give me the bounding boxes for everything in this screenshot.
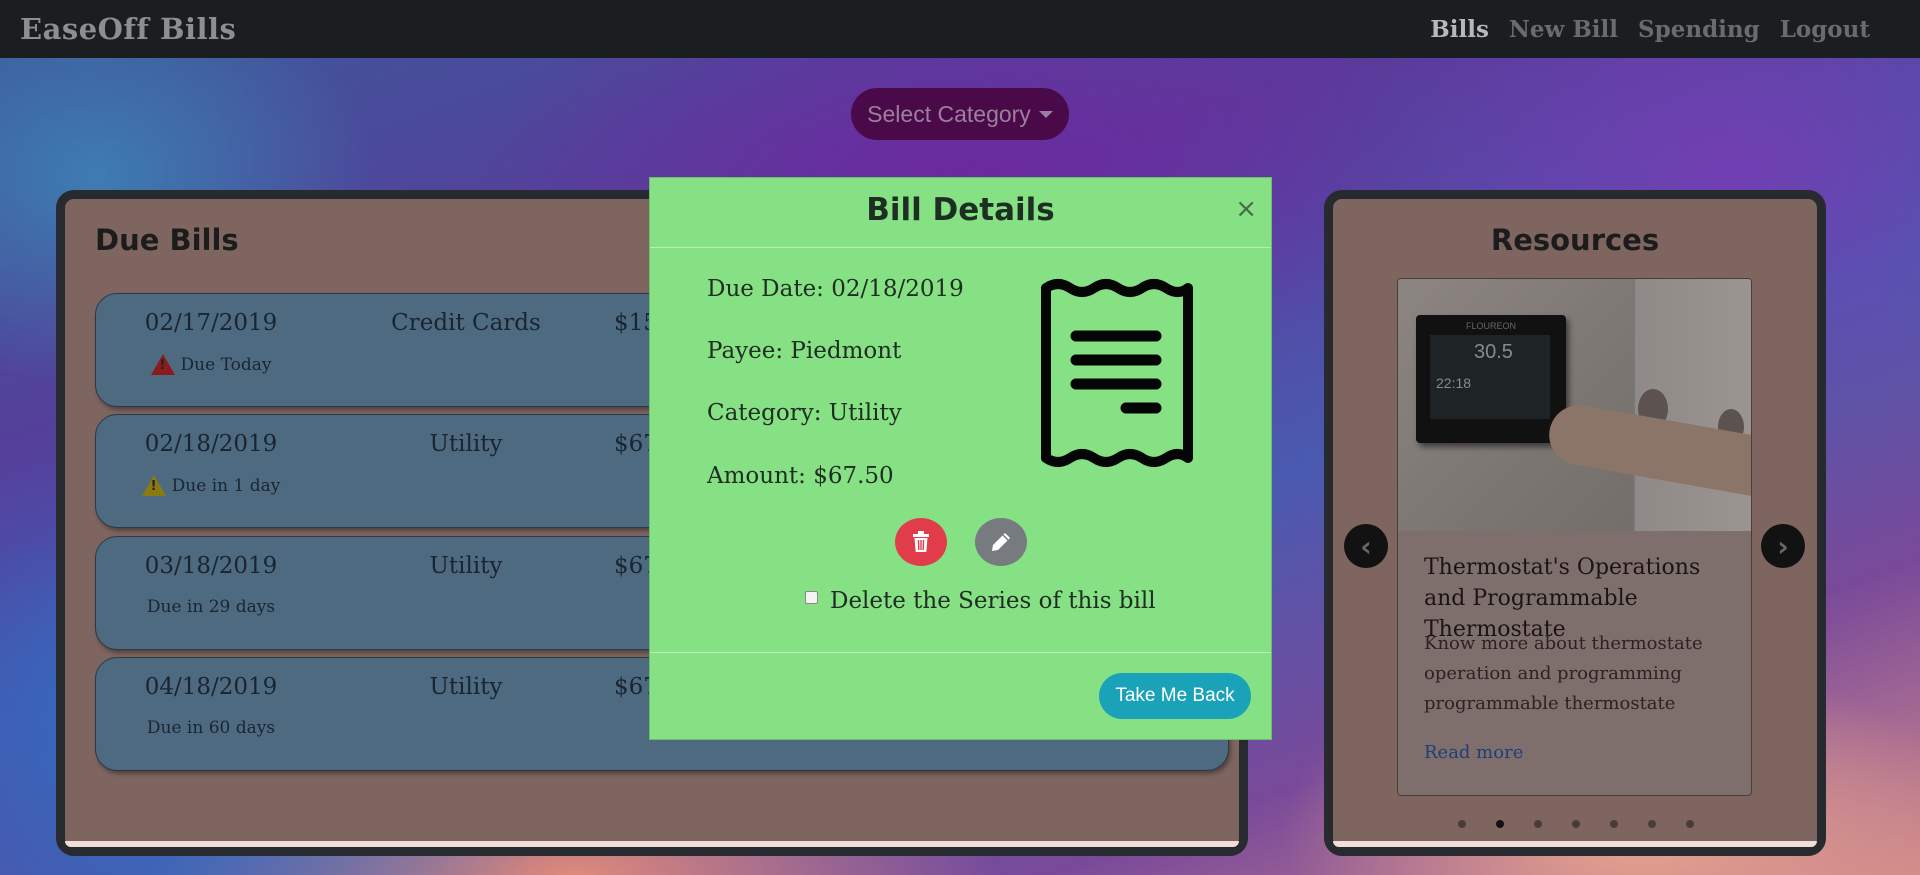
bill-details-modal: Bill Details × Due Date: 02/18/2019 Paye… xyxy=(649,177,1272,740)
edit-button[interactable] xyxy=(975,518,1027,566)
thermostat-brand: FLOUREON xyxy=(1466,321,1517,331)
bill-category: Utility xyxy=(429,674,503,700)
nav-link-logout[interactable]: Logout xyxy=(1780,16,1870,43)
detail-amount: Amount: $67.50 xyxy=(707,463,894,489)
bill-status: Due in 60 days xyxy=(96,718,326,738)
bill-category: Utility xyxy=(429,553,503,579)
delete-button[interactable] xyxy=(895,518,947,566)
thermostat-image: FLOUREON 30.5 22:18 xyxy=(1398,279,1751,531)
modal-title: Bill Details xyxy=(866,192,1055,228)
panel-bottom-edge xyxy=(1333,841,1817,847)
bill-category: Credit Cards xyxy=(391,310,541,336)
select-category-label: Select Category xyxy=(867,100,1031,127)
take-me-back-button[interactable]: Take Me Back xyxy=(1099,673,1251,719)
bill-date: 03/18/2019 xyxy=(144,553,278,579)
detail-due-date: Due Date: 02/18/2019 xyxy=(707,276,964,302)
carousel-prev-button[interactable]: ‹ xyxy=(1344,524,1388,568)
nav-link-bills[interactable]: Bills xyxy=(1430,16,1489,43)
bill-status-text: Due in 60 days xyxy=(146,718,276,738)
bill-category: Utility xyxy=(429,431,503,457)
brand-logo[interactable]: EaseOff Bills xyxy=(20,12,236,46)
bill-status-text: Due in 1 day xyxy=(171,475,281,496)
nav-link-spending[interactable]: Spending xyxy=(1638,16,1760,43)
close-icon[interactable]: × xyxy=(1235,194,1257,224)
detail-category: Category: Utility xyxy=(707,400,902,426)
carousel-indicator[interactable] xyxy=(1534,820,1542,828)
carousel-indicator[interactable] xyxy=(1458,820,1466,828)
bill-status: Due Today xyxy=(96,354,326,375)
select-category-dropdown[interactable]: Select Category xyxy=(851,88,1069,140)
delete-series-label: Delete the Series of this bill xyxy=(830,588,1156,614)
delete-series-row: Delete the Series of this bill xyxy=(805,588,1156,614)
detail-payee: Payee: Piedmont xyxy=(707,338,902,364)
bill-status-text: Due in 29 days xyxy=(146,597,276,617)
carousel-indicator[interactable] xyxy=(1572,820,1580,828)
warning-red-icon xyxy=(150,354,175,375)
thermostat-device: FLOUREON 30.5 22:18 xyxy=(1416,315,1566,443)
trash-icon xyxy=(913,531,929,552)
read-more-link[interactable]: Read more xyxy=(1424,742,1523,763)
thermostat-temp: 30.5 xyxy=(1474,341,1513,363)
modal-header: Bill Details × xyxy=(650,178,1271,248)
caret-down-icon xyxy=(1038,110,1053,118)
warning-yellow-icon xyxy=(141,475,166,496)
carousel-indicator[interactable] xyxy=(1610,820,1618,828)
carousel-indicator[interactable] xyxy=(1648,820,1656,828)
chevron-right-icon: › xyxy=(1777,529,1789,563)
resource-card: FLOUREON 30.5 22:18 Thermostat's Operati… xyxy=(1397,278,1752,796)
panel-bottom-edge xyxy=(65,841,1239,847)
pencil-icon xyxy=(992,533,1010,551)
carousel-indicator-active[interactable] xyxy=(1496,820,1504,828)
navbar: EaseOff Bills Bills New Bill Spending Lo… xyxy=(0,0,1920,58)
carousel-indicator[interactable] xyxy=(1686,820,1694,828)
bill-date: 04/18/2019 xyxy=(144,674,278,700)
receipt-icon xyxy=(1041,279,1193,467)
carousel-indicators xyxy=(1458,820,1694,828)
carousel-next-button[interactable]: › xyxy=(1761,524,1805,568)
chevron-left-icon: ‹ xyxy=(1360,529,1372,563)
nav-link-new-bill[interactable]: New Bill xyxy=(1509,16,1618,43)
nav-links: Bills New Bill Spending Logout xyxy=(1430,16,1870,43)
bill-status-text: Due Today xyxy=(180,354,272,375)
bill-date: 02/18/2019 xyxy=(144,431,278,457)
bill-status: Due in 1 day xyxy=(96,475,326,496)
due-bills-title: Due Bills xyxy=(95,223,239,257)
bill-date: 02/17/2019 xyxy=(144,310,278,336)
delete-series-checkbox[interactable] xyxy=(805,590,818,604)
resource-card-text: Know more about thermostate operation an… xyxy=(1424,633,1703,714)
resources-title: Resources xyxy=(1490,223,1660,257)
bill-status: Due in 29 days xyxy=(96,597,326,617)
modal-footer: Take Me Back xyxy=(650,652,1271,740)
thermostat-time: 22:18 xyxy=(1436,375,1472,391)
